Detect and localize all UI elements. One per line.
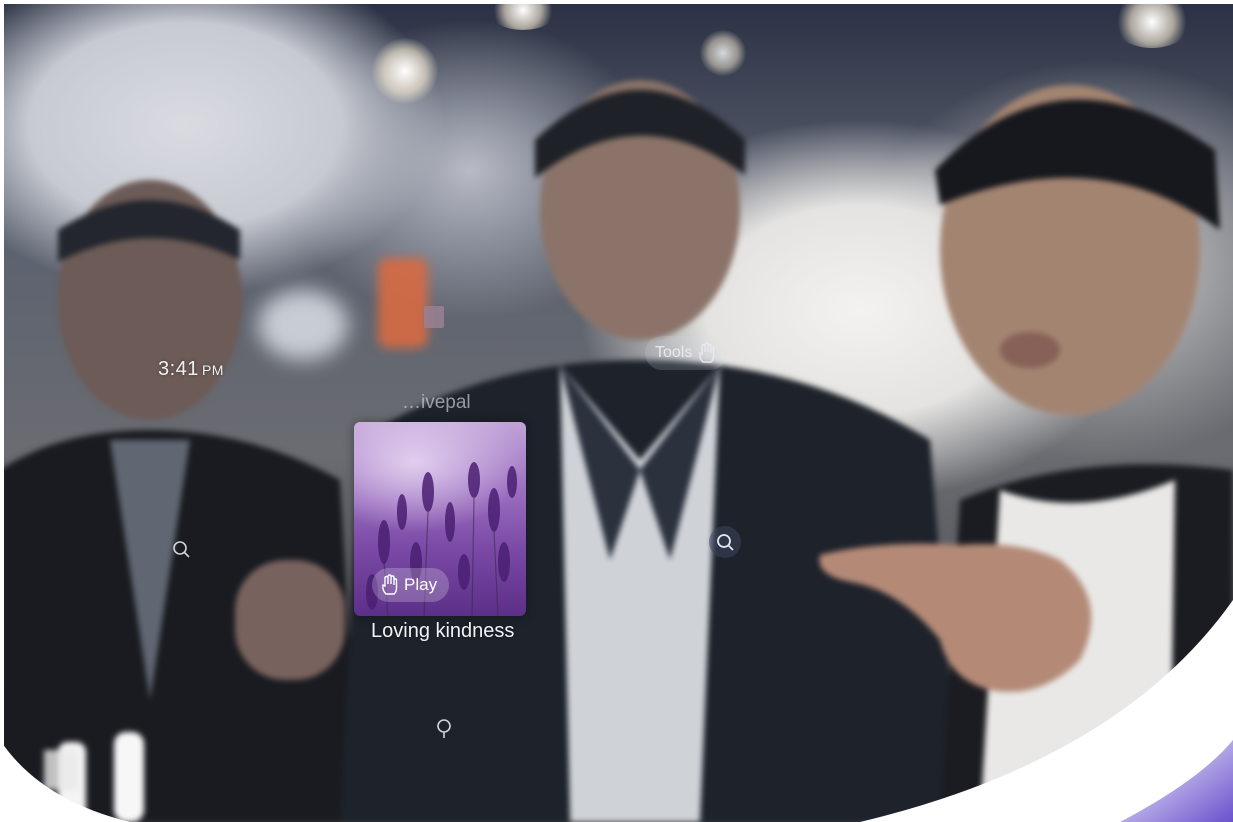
play-button[interactable]: Play xyxy=(372,568,450,602)
pointer-hint-icon[interactable] xyxy=(170,538,192,560)
mirror-photo xyxy=(0,0,1233,822)
app-name: …ivepal xyxy=(402,392,471,413)
pointer-hint-icon[interactable] xyxy=(708,525,742,559)
clock: 3:41 PM xyxy=(158,358,224,381)
play-label: Play xyxy=(404,575,438,594)
tools-label: Tools xyxy=(655,344,693,361)
meditation-title: Loving kindness xyxy=(371,620,515,642)
status-indicator xyxy=(424,306,444,328)
mirror-frame xyxy=(0,0,1233,822)
pointer-hint-icon[interactable] xyxy=(433,716,457,740)
meditation-card[interactable]: Play xyxy=(354,422,526,616)
clock-time: 3:41 xyxy=(158,358,199,380)
tools-button[interactable]: Tools xyxy=(645,336,728,370)
clock-ampm: PM xyxy=(201,362,224,378)
gesture-hand-icon xyxy=(699,342,715,363)
gesture-hand-icon xyxy=(382,574,398,595)
